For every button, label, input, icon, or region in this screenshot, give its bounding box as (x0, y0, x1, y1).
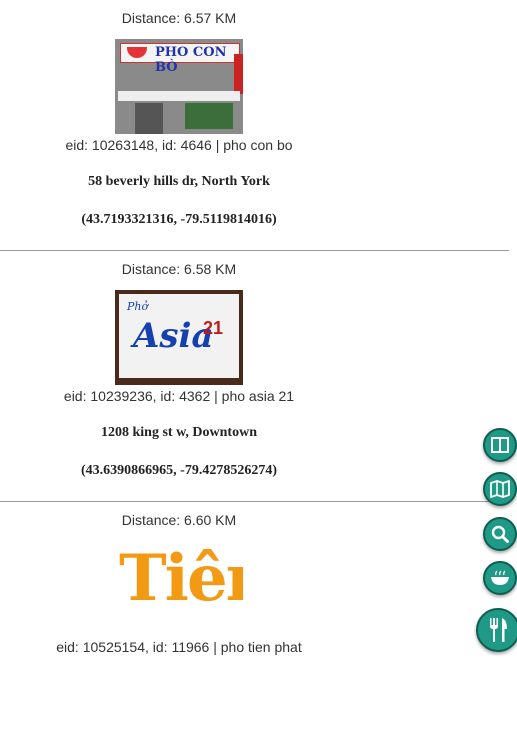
list-item: Distance: 6.57 KM PHO CON BÒ eid: 102631… (0, 0, 509, 251)
results-list: Distance: 6.57 KM PHO CON BÒ eid: 102631… (0, 0, 509, 752)
sign-text: PHO CON BÒ (155, 45, 227, 75)
id-line: eid: 10239236, id: 4362 | pho asia 21 (63, 388, 295, 404)
red-awning (234, 54, 243, 94)
list-item: Distance: 6.60 KM Tiên eid: 10525154, id… (0, 502, 509, 752)
restaurant-thumbnail[interactable]: Tiên (115, 541, 243, 636)
restaurant-thumbnail[interactable]: Phở Asia 21 (115, 290, 243, 385)
utensils-icon (490, 618, 507, 642)
coordinates-line: (43.7193321316, -79.5119814016) (81, 212, 277, 227)
coordinates-line: (43.6390866965, -79.4278526274) (81, 463, 277, 478)
restaurant-thumbnail[interactable]: PHO CON BÒ (115, 39, 243, 134)
map-icon (490, 480, 510, 498)
restaurants-button[interactable] (476, 608, 517, 652)
distance-label: Distance: 6.60 KM (121, 512, 237, 528)
bowl-icon (491, 570, 509, 585)
logo-text: Tiên (119, 541, 243, 616)
id-line: eid: 10263148, id: 4646 | pho con bo (65, 137, 293, 153)
sign-number: 21 (203, 318, 224, 338)
search-icon (491, 525, 509, 543)
storefront-door (135, 103, 163, 134)
id-line: eid: 10525154, id: 11966 | pho tien phat (56, 639, 302, 655)
sign-text: Asia (133, 316, 214, 356)
distance-label: Distance: 6.58 KM (121, 261, 237, 277)
list-item: Distance: 6.58 KM Phở Asia 21 eid: 10239… (0, 251, 509, 502)
search-button[interactable] (483, 517, 517, 551)
map-button[interactable] (483, 472, 517, 506)
address-line: 58 beverly hills dr, North York (88, 174, 270, 189)
bowl-logo-icon (127, 47, 147, 58)
split-view-icon (491, 437, 509, 453)
sign-small-text: Phở (127, 300, 149, 313)
split-view-button[interactable] (483, 428, 517, 462)
bowl-button[interactable] (483, 561, 517, 595)
storefront-banner (118, 91, 240, 101)
storefront-window (185, 103, 233, 129)
storefront-sign: PHO CON BÒ (120, 43, 240, 75)
address-line: 1208 king st w, Downtown (101, 425, 257, 440)
sign-panel: Phở Asia 21 (119, 294, 239, 378)
distance-label: Distance: 6.57 KM (121, 10, 237, 26)
